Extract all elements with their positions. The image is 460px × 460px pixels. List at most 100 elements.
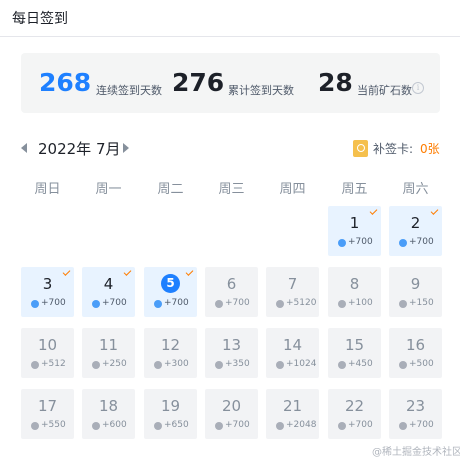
calendar-day-cell[interactable]: 15 +450 bbox=[328, 328, 381, 378]
day-number: 8 bbox=[349, 275, 360, 293]
info-circle-icon[interactable]: i bbox=[412, 82, 424, 94]
day-number: 23 bbox=[405, 397, 426, 415]
day-reward: +250 bbox=[102, 359, 127, 369]
day-reward: +100 bbox=[348, 298, 373, 308]
day-reward: +300 bbox=[164, 359, 189, 369]
total-days-value: 276 bbox=[172, 68, 225, 97]
day-reward: +2048 bbox=[286, 420, 317, 430]
ore-gem-icon bbox=[399, 300, 407, 308]
ore-gem-icon bbox=[399, 361, 407, 369]
day-reward: +450 bbox=[348, 359, 373, 369]
calendar-day-cell[interactable]: 21 +2048 bbox=[266, 389, 319, 439]
day-reward: +512 bbox=[41, 359, 66, 369]
ore-gem-icon bbox=[92, 300, 100, 308]
ore-label: 当前矿石数 bbox=[357, 84, 412, 97]
day-number: 3 bbox=[42, 275, 53, 293]
calendar-day-cell[interactable]: 14 +1024 bbox=[266, 328, 319, 378]
day-number: 16 bbox=[405, 336, 426, 354]
day-number: 13 bbox=[221, 336, 242, 354]
calendar-day-cell[interactable]: 3 +700 bbox=[21, 267, 74, 317]
day-reward: +700 bbox=[225, 420, 250, 430]
weekday-label: 周三 bbox=[218, 182, 245, 197]
day-number: 21 bbox=[282, 397, 303, 415]
makeup-card-icon bbox=[353, 140, 368, 157]
calendar-day-cell[interactable]: 19 +650 bbox=[144, 389, 197, 439]
day-number: 20 bbox=[221, 397, 242, 415]
day-reward: +700 bbox=[41, 298, 66, 308]
calendar-day-cell[interactable]: 11 +250 bbox=[82, 328, 135, 378]
calendar-day-cell[interactable]: 12 +300 bbox=[144, 328, 197, 378]
ore-gem-icon bbox=[92, 422, 100, 430]
calendar-day-cell[interactable]: 9 +150 bbox=[389, 267, 442, 317]
ore-gem-icon bbox=[215, 361, 223, 369]
day-number: 22 bbox=[344, 397, 365, 415]
ore-gem-icon bbox=[31, 422, 39, 430]
month-label: 2022年 7月 bbox=[38, 140, 121, 158]
day-number: 18 bbox=[98, 397, 119, 415]
calendar-day-cell[interactable]: 2 +700 bbox=[389, 206, 442, 256]
day-reward: +700 bbox=[348, 237, 373, 247]
page-header: 每日签到 bbox=[0, 0, 460, 37]
makeup-card-label: 补签卡: bbox=[373, 142, 414, 156]
day-reward: +500 bbox=[409, 359, 434, 369]
makeup-card-count: 0张 bbox=[420, 142, 440, 156]
consecutive-days-label: 连续签到天数 bbox=[96, 84, 162, 97]
calendar-day-cell[interactable]: 4 +700 bbox=[82, 267, 135, 317]
ore-gem-icon bbox=[154, 422, 162, 430]
ore-gem-icon bbox=[276, 300, 284, 308]
ore-gem-icon bbox=[215, 300, 223, 308]
calendar-day-cell[interactable]: 7 +5120 bbox=[266, 267, 319, 317]
ore-gem-icon bbox=[399, 422, 407, 430]
calendar-day-cell[interactable]: 1 +700 bbox=[328, 206, 381, 256]
ore-gem-icon bbox=[399, 239, 407, 247]
day-number: 19 bbox=[160, 397, 181, 415]
ore-value: 28 bbox=[318, 68, 353, 97]
ore-gem-icon bbox=[338, 239, 346, 247]
ore-gem-icon bbox=[154, 361, 162, 369]
day-number: 15 bbox=[344, 336, 365, 354]
day-number: 12 bbox=[160, 336, 181, 354]
weekday-label: 周日 bbox=[34, 182, 61, 197]
ore-gem-icon bbox=[276, 422, 284, 430]
consecutive-days-value: 268 bbox=[39, 68, 92, 97]
day-reward: +700 bbox=[225, 298, 250, 308]
calendar-day-cell[interactable]: 10 +512 bbox=[21, 328, 74, 378]
day-reward: +700 bbox=[348, 420, 373, 430]
day-number: 1 bbox=[349, 214, 360, 232]
day-number: 14 bbox=[282, 336, 303, 354]
total-days-label: 累计签到天数 bbox=[228, 84, 294, 97]
day-reward: +550 bbox=[41, 420, 66, 430]
watermark: @稀土掘金技术社区 bbox=[372, 447, 460, 458]
calendar-day-cell[interactable]: 20 +700 bbox=[205, 389, 258, 439]
calendar-day-cell[interactable]: 18 +600 bbox=[82, 389, 135, 439]
calendar-day-cell[interactable]: 23 +700 bbox=[389, 389, 442, 439]
calendar-day-cell[interactable]: 6 +700 bbox=[205, 267, 258, 317]
day-reward: +150 bbox=[409, 298, 434, 308]
day-reward: +1024 bbox=[286, 359, 317, 369]
today-day-number: 5 bbox=[161, 274, 180, 293]
ore-gem-icon bbox=[338, 422, 346, 430]
calendar-day-cell[interactable]: 17 +550 bbox=[21, 389, 74, 439]
next-month-icon[interactable] bbox=[123, 143, 129, 153]
calendar-day-cell[interactable]: 5 +700 bbox=[144, 267, 197, 317]
ore-gem-icon bbox=[31, 300, 39, 308]
ore-gem-icon bbox=[92, 361, 100, 369]
page-title: 每日签到 bbox=[12, 11, 68, 27]
weekday-label: 周四 bbox=[279, 182, 306, 197]
day-number: 10 bbox=[37, 336, 58, 354]
day-reward: +650 bbox=[164, 420, 189, 430]
calendar-day-cell[interactable]: 22 +700 bbox=[328, 389, 381, 439]
calendar-day-cell[interactable]: 8 +100 bbox=[328, 267, 381, 317]
day-number: 4 bbox=[103, 275, 114, 293]
calendar-day-cell[interactable]: 16 +500 bbox=[389, 328, 442, 378]
day-number: 17 bbox=[37, 397, 58, 415]
day-reward: +350 bbox=[225, 359, 250, 369]
weekday-label: 周五 bbox=[341, 182, 368, 197]
ore-gem-icon bbox=[338, 300, 346, 308]
calendar-day-cell[interactable]: 13 +350 bbox=[205, 328, 258, 378]
prev-month-icon[interactable] bbox=[21, 143, 27, 153]
ore-gem-icon bbox=[338, 361, 346, 369]
ore-gem-icon bbox=[31, 361, 39, 369]
day-reward: +700 bbox=[409, 237, 434, 247]
day-number: 11 bbox=[98, 336, 119, 354]
